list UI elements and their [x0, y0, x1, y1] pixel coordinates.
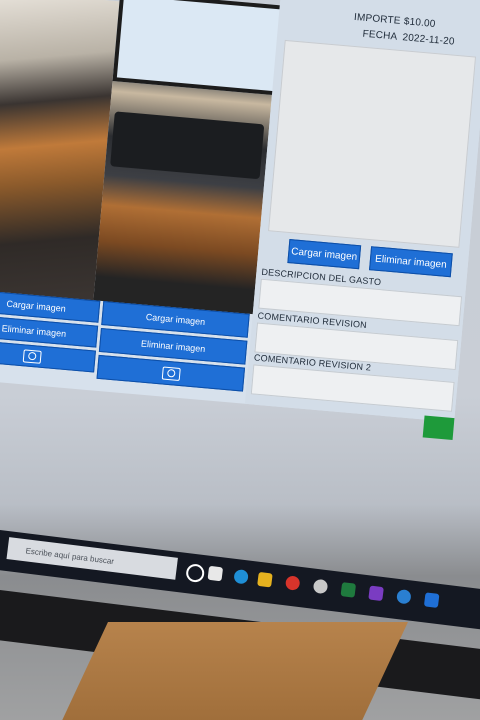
opera-icon[interactable] [284, 575, 301, 591]
photo-monitor-shape [112, 0, 288, 96]
receipt-image-preview [268, 39, 477, 248]
edge-icon[interactable] [233, 568, 249, 585]
task-view-icon[interactable] [207, 565, 224, 582]
importe-value: $10.00 [403, 16, 436, 30]
right-load-image-button[interactable]: Cargar imagen [287, 239, 362, 270]
firefox-icon[interactable] [396, 588, 412, 605]
excel-icon[interactable] [340, 582, 357, 598]
right-panel: IMPORTE $10.00 FECHA 2022-11-20 Cargar i… [244, 0, 480, 441]
expense-form-app: Cargar imagen Eliminar imagen Cargar ima… [0, 0, 480, 441]
save-button[interactable] [422, 415, 455, 441]
fecha-value: 2022-11-20 [401, 32, 456, 48]
app-icon[interactable] [312, 578, 329, 595]
comentario2-field[interactable] [250, 364, 455, 412]
importe-label: IMPORTE [353, 11, 402, 27]
fecha-label: FECHA [362, 28, 398, 43]
camera-icon [22, 348, 42, 364]
visual-studio-icon[interactable] [368, 585, 384, 602]
cortana-icon[interactable] [185, 563, 206, 584]
right-delete-image-button[interactable]: Eliminar imagen [369, 246, 453, 278]
camera-icon [161, 365, 181, 381]
app-icon-2[interactable] [423, 592, 440, 608]
wooden-desk [52, 622, 408, 720]
photo-scene: Cargar imagen Eliminar imagen Cargar ima… [0, 0, 480, 720]
file-explorer-icon[interactable] [257, 571, 273, 588]
